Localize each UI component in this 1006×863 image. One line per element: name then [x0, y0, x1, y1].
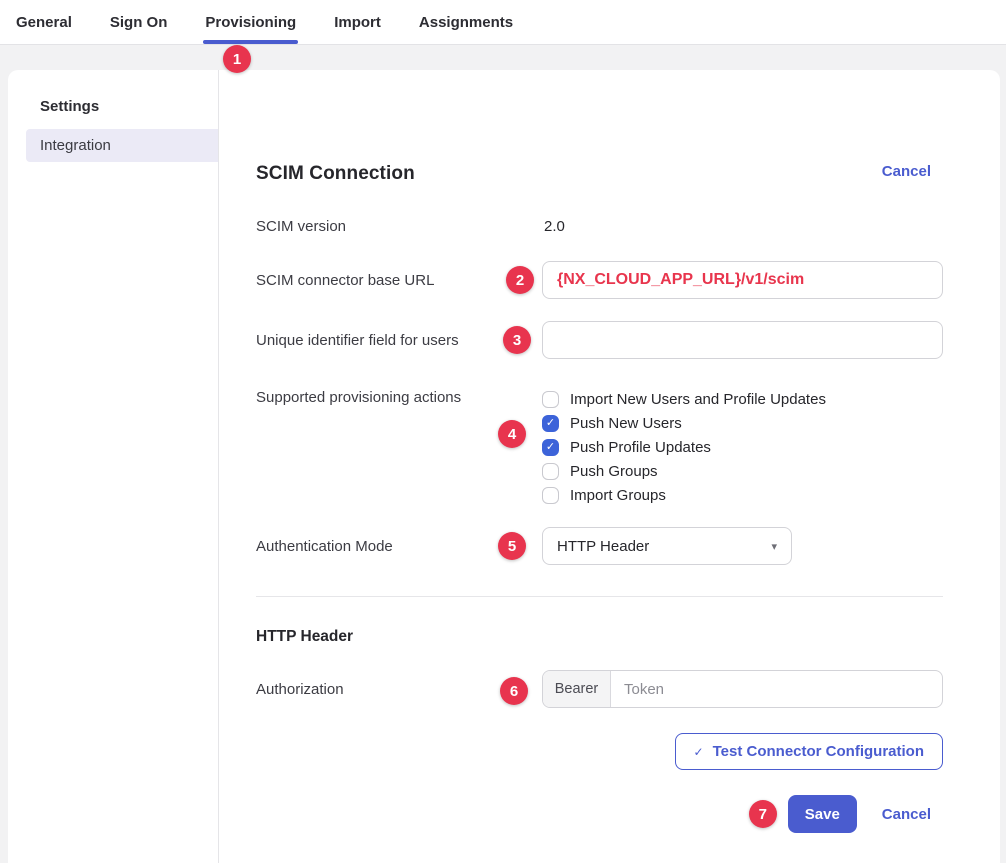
auth-mode-select[interactable]: HTTP Header ▾: [542, 527, 792, 565]
token-input[interactable]: [611, 671, 942, 707]
step-badge-3: 3: [503, 326, 531, 354]
test-connector-label: Test Connector Configuration: [713, 743, 924, 760]
checkbox-import-groups[interactable]: Import Groups: [542, 483, 943, 507]
chevron-down-icon: ▾: [771, 540, 777, 553]
section-divider: [256, 596, 943, 597]
cancel-link-bottom[interactable]: Cancel: [882, 806, 931, 823]
unique-id-label: Unique identifier field for users: [256, 332, 542, 349]
http-header-section-title: HTTP Header: [256, 628, 943, 646]
checkbox-label: Import New Users and Profile Updates: [570, 391, 826, 408]
sidebar-header: Settings: [8, 98, 218, 115]
tab-general[interactable]: General: [16, 0, 72, 44]
test-connector-button[interactable]: ✓ Test Connector Configuration: [675, 733, 943, 770]
form-footer: 7 Save Cancel: [256, 795, 943, 833]
scim-version-label: SCIM version: [256, 218, 542, 235]
authorization-row: Authorization 6 Bearer: [256, 670, 943, 708]
checkbox-box[interactable]: [542, 487, 559, 504]
provisioning-actions-row: Supported provisioning actions 4 Import …: [256, 387, 943, 507]
scim-connection-panel: SCIM Connection Cancel SCIM version 2.0 …: [219, 70, 1000, 863]
step-badge-4: 4: [498, 420, 526, 448]
bearer-prefix: Bearer: [543, 671, 611, 707]
check-icon: ✓: [694, 745, 704, 759]
step-badge-1: 1: [223, 45, 251, 73]
checkbox-label: Push Profile Updates: [570, 439, 711, 456]
provisioning-actions-label: Supported provisioning actions: [256, 387, 542, 406]
app-tabbar: General Sign On Provisioning Import Assi…: [0, 0, 1006, 45]
checkbox-label: Import Groups: [570, 487, 666, 504]
scim-version-row: SCIM version 2.0: [256, 218, 943, 235]
auth-mode-selected-value: HTTP Header: [557, 538, 649, 555]
step-badge-7: 7: [749, 800, 777, 828]
step-badge-5: 5: [498, 532, 526, 560]
cancel-link-top[interactable]: Cancel: [882, 163, 931, 180]
sidebar-item-integration[interactable]: Integration: [26, 129, 218, 162]
checkbox-box[interactable]: ✓: [542, 439, 559, 456]
checkbox-box[interactable]: [542, 391, 559, 408]
checkbox-box[interactable]: [542, 463, 559, 480]
checkbox-push-groups[interactable]: Push Groups: [542, 459, 943, 483]
checkbox-box[interactable]: ✓: [542, 415, 559, 432]
auth-mode-row: Authentication Mode 5 HTTP Header ▾: [256, 527, 943, 565]
step-badge-2: 2: [506, 266, 534, 294]
unique-id-row: Unique identifier field for users 3: [256, 321, 943, 359]
tab-provisioning[interactable]: Provisioning: [205, 0, 296, 44]
test-connector-row: ✓ Test Connector Configuration: [256, 733, 943, 770]
scim-version-value: 2.0: [542, 218, 943, 235]
tab-sign-on[interactable]: Sign On: [110, 0, 168, 44]
base-url-label: SCIM connector base URL: [256, 272, 542, 289]
checkbox-label: Push New Users: [570, 415, 682, 432]
step-badge-6: 6: [500, 677, 528, 705]
save-button[interactable]: Save: [788, 795, 857, 833]
page-title: SCIM Connection: [256, 163, 415, 185]
base-url-input[interactable]: [542, 261, 943, 299]
authorization-input-group: Bearer: [542, 670, 943, 708]
base-url-row: SCIM connector base URL 2: [256, 261, 943, 299]
sidebar-item-label: Integration: [40, 137, 111, 154]
tab-import[interactable]: Import: [334, 0, 381, 44]
provisioning-card: Settings Integration SCIM Connection Can…: [8, 70, 1000, 863]
checkbox-import-new-users[interactable]: Import New Users and Profile Updates: [542, 387, 943, 411]
tab-assignments[interactable]: Assignments: [419, 0, 513, 44]
checkbox-push-new-users[interactable]: ✓ Push New Users: [542, 411, 943, 435]
checkbox-label: Push Groups: [570, 463, 658, 480]
settings-sidebar: Settings Integration: [8, 70, 219, 863]
unique-id-input[interactable]: [542, 321, 943, 359]
checkbox-push-profile-updates[interactable]: ✓ Push Profile Updates: [542, 435, 943, 459]
